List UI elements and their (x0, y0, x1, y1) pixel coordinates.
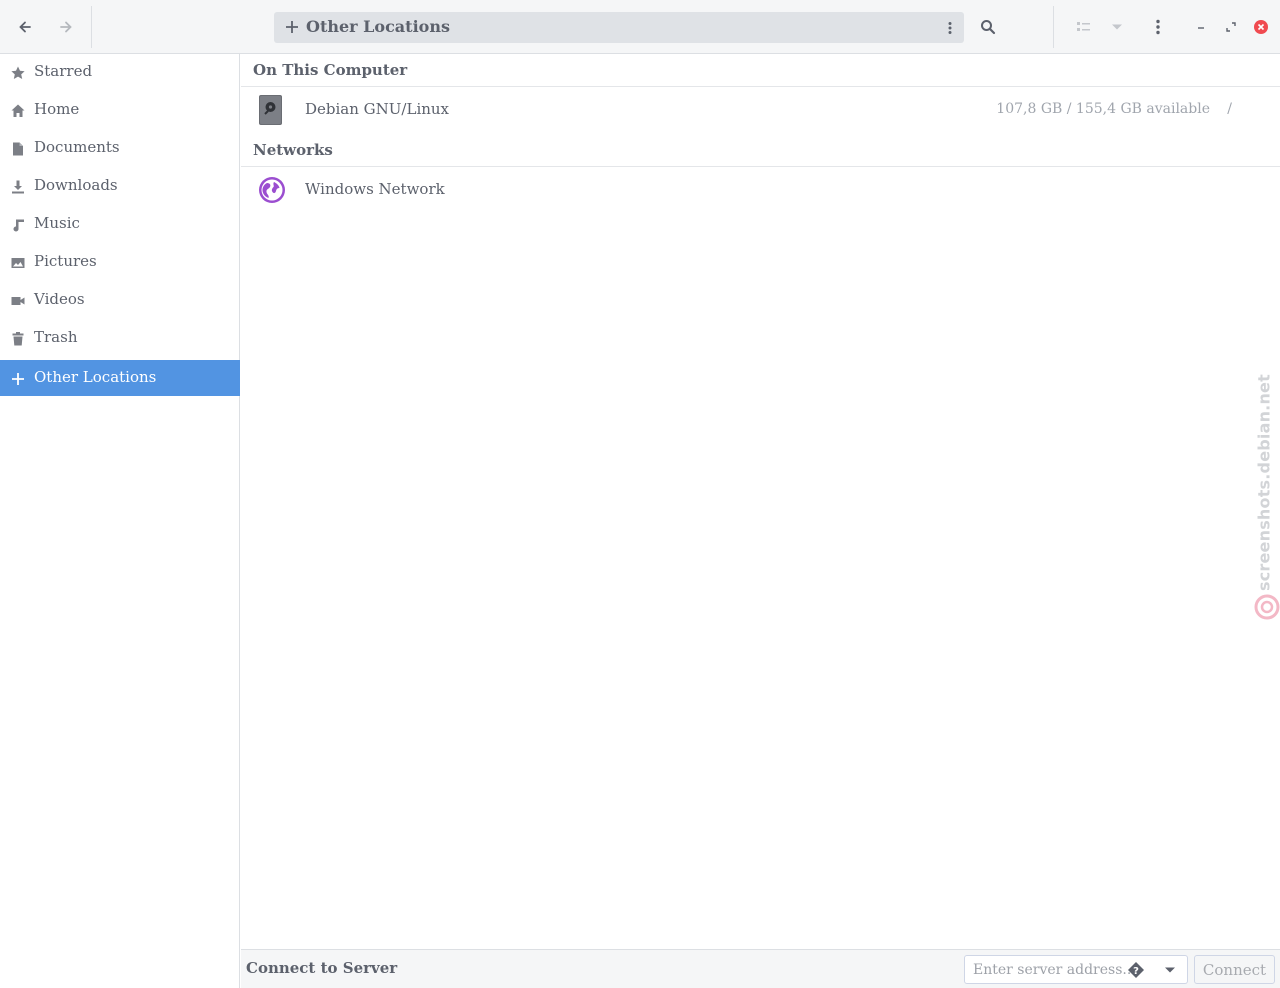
sidebar-item-label: Home (34, 100, 80, 118)
debian-swirl-icon (1254, 594, 1280, 624)
sidebar-item-label: Documents (34, 138, 120, 156)
maximize-button[interactable] (1216, 12, 1246, 42)
kebab-menu-icon (1156, 19, 1160, 35)
view-options-button[interactable] (1102, 12, 1132, 42)
location-label[interactable]: Other Locations (306, 17, 450, 36)
chevron-down-icon (1165, 967, 1175, 972)
location-pathbar[interactable]: Other Locations (274, 12, 964, 43)
trash-icon (10, 331, 26, 347)
location-name: Windows Network (305, 180, 445, 198)
arrow-right-icon (60, 21, 72, 33)
picture-icon (10, 255, 26, 271)
sidebar-item-documents[interactable]: Documents (0, 130, 240, 166)
recent-servers-dropdown[interactable] (1153, 955, 1188, 984)
server-address-input[interactable] (964, 955, 1154, 984)
list-view-icon (1077, 22, 1090, 31)
back-button[interactable] (10, 12, 40, 42)
sidebar-item-pictures[interactable]: Pictures (0, 244, 240, 280)
sidebar-item-label: Pictures (34, 252, 97, 270)
watermark-text: screenshots.debian.net (1254, 374, 1274, 591)
connect-to-server-bar: Connect to Server ? Connect (241, 949, 1280, 988)
kebab-menu-icon[interactable] (948, 20, 952, 39)
sidebar-item-videos[interactable]: Videos (0, 282, 240, 318)
view-toggle-button[interactable] (1069, 12, 1099, 42)
main-menu-button[interactable] (1143, 12, 1173, 42)
help-icon[interactable]: ? (1127, 961, 1145, 983)
svg-text:?: ? (1133, 966, 1139, 977)
network-globe-icon (257, 175, 285, 205)
search-button[interactable] (973, 12, 1003, 42)
section-heading-networks: Networks (253, 141, 333, 159)
minimize-button[interactable] (1186, 12, 1216, 42)
home-icon (10, 103, 26, 119)
music-icon (10, 217, 26, 233)
sidebar-item-label: Trash (34, 328, 78, 346)
mount-path: / (1227, 101, 1232, 117)
drive-icon (257, 95, 285, 125)
connect-button[interactable]: Connect (1194, 955, 1275, 984)
plus-icon (284, 19, 300, 39)
connect-to-server-label: Connect to Server (246, 959, 398, 977)
close-icon (1254, 20, 1268, 34)
watermark: screenshots.debian.net (1252, 374, 1280, 620)
arrow-left-icon (19, 21, 31, 33)
location-row-debian[interactable]: Debian GNU/Linux 107,8 GB / 155,4 GB ava… (241, 87, 1280, 133)
sidebar: Starred Home Documents Downloads Music P… (0, 54, 240, 988)
location-name: Debian GNU/Linux (305, 100, 450, 118)
search-icon (981, 20, 996, 35)
sidebar-item-home[interactable]: Home (0, 92, 240, 128)
sidebar-item-label: Downloads (34, 176, 118, 194)
chevron-down-icon (1112, 24, 1122, 30)
section-heading-on-this-computer: On This Computer (253, 61, 408, 79)
location-row-windows-network[interactable]: Windows Network (241, 167, 1280, 213)
minimize-icon (1198, 27, 1204, 29)
forward-button[interactable] (51, 12, 81, 42)
video-icon (10, 293, 26, 309)
sidebar-item-label: Music (34, 214, 80, 232)
sidebar-item-label: Starred (34, 62, 93, 80)
sidebar-item-starred[interactable]: Starred (0, 54, 240, 90)
header-bar: Other Locations (0, 0, 1280, 54)
sidebar-item-music[interactable]: Music (0, 206, 240, 242)
star-icon (10, 65, 26, 81)
document-icon (10, 141, 26, 157)
sidebar-item-other-locations[interactable]: Other Locations (0, 360, 240, 396)
storage-availability: 107,8 GB / 155,4 GB available (996, 101, 1210, 117)
header-separator (91, 6, 92, 48)
sidebar-item-downloads[interactable]: Downloads (0, 168, 240, 204)
plus-icon (10, 371, 26, 387)
sidebar-item-label: Other Locations (34, 368, 157, 386)
maximize-icon (1226, 22, 1236, 32)
sidebar-item-trash[interactable]: Trash (0, 320, 240, 356)
header-separator (1053, 6, 1054, 48)
main-content: On This Computer Debian GNU/Linux 107,8 … (241, 54, 1280, 949)
close-button[interactable] (1246, 12, 1276, 42)
download-icon (10, 179, 26, 195)
sidebar-item-label: Videos (34, 290, 85, 308)
